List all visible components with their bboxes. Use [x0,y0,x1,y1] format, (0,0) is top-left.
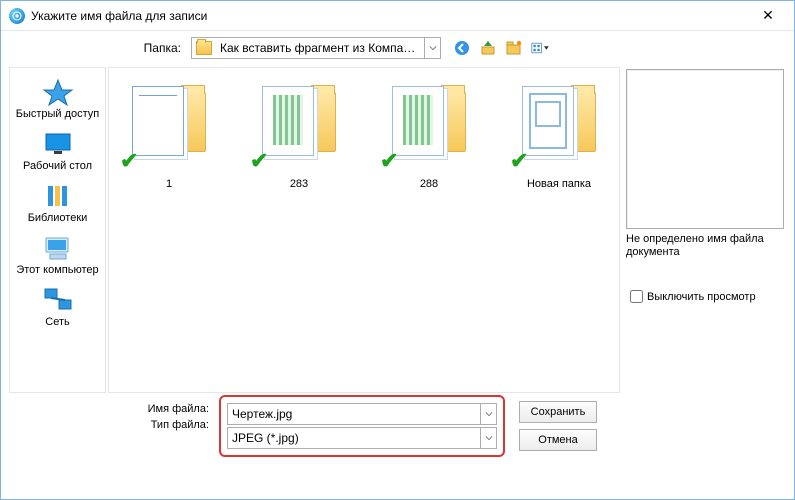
chevron-down-icon[interactable] [480,428,496,448]
file-list[interactable]: ✔ 1 ✔ 283 [108,67,620,393]
close-icon: ✕ [762,7,774,24]
folder-thumbnail: ✔ [126,84,212,170]
folder-icon [196,41,212,55]
checkmark-icon: ✔ [380,148,398,174]
nav-up-icon[interactable] [479,39,497,57]
cancel-button[interactable]: Отмена [519,429,597,451]
nav-toolbar [453,39,549,57]
filename-value: Чертеж.jpg [228,407,480,421]
red-highlight-annotation: Чертеж.jpg JPEG (*.jpg) [219,395,505,457]
file-name: 288 [420,178,438,190]
dialog-title: Укажите имя файла для записи [31,9,207,23]
disable-preview-label: Выключить просмотр [647,291,756,303]
sidebar-item-network[interactable]: Сеть [10,282,105,332]
disable-preview-checkbox-row[interactable]: Выключить просмотр [626,287,784,306]
file-item[interactable]: ✔ 1 [119,84,219,376]
checkmark-icon: ✔ [120,148,138,174]
desktop-icon [42,130,74,158]
close-button[interactable]: ✕ [748,5,788,27]
file-item[interactable]: ✔ 288 [379,84,479,376]
sidebar-item-label: Этот компьютер [16,264,98,276]
action-buttons: Сохранить Отмена [519,401,597,457]
app-icon [9,8,25,24]
view-menu-icon[interactable] [531,39,549,57]
sidebar-item-label: Быстрый доступ [16,108,100,120]
preview-box [626,69,784,229]
sidebar-item-label: Рабочий стол [23,160,92,172]
folder-thumbnail: ✔ [386,84,472,170]
file-name: 283 [290,178,308,190]
filetype-label: Тип файла: [139,419,209,431]
save-file-dialog: Укажите имя файла для записи ✕ Папка: Ка… [0,0,795,500]
file-name: Новая папка [527,178,591,190]
file-item[interactable]: ✔ Новая папка [509,84,609,376]
file-name: 1 [166,178,172,190]
network-icon [42,286,74,314]
disable-preview-checkbox[interactable] [630,290,643,303]
titlebar: Укажите имя файла для записи ✕ [1,1,794,31]
folder-label: Папка: [121,41,181,55]
chevron-down-icon[interactable] [424,38,440,58]
sidebar-item-libraries[interactable]: Библиотеки [10,178,105,228]
nav-back-icon[interactable] [453,39,471,57]
save-button[interactable]: Сохранить [519,401,597,423]
sidebar-item-label: Сеть [45,316,69,328]
preview-message: Не определено имя файла документа [626,233,784,259]
new-folder-icon[interactable] [505,39,523,57]
places-sidebar: Быстрый доступ Рабочий стол Библиотеки Э… [9,67,106,393]
sidebar-item-quick-access[interactable]: Быстрый доступ [10,74,105,124]
checkmark-icon: ✔ [510,148,528,174]
quick-access-icon [42,78,74,106]
filename-label: Имя файла: [139,403,209,415]
bottom-panel: Имя файла: Тип файла: Чертеж.jpg JPEG (*… [1,395,794,457]
filetype-combo[interactable]: JPEG (*.jpg) [227,427,497,449]
folder-thumbnail: ✔ [256,84,342,170]
sidebar-item-desktop[interactable]: Рабочий стол [10,126,105,176]
this-pc-icon [42,234,74,262]
chevron-down-icon[interactable] [480,404,496,424]
dialog-body: Быстрый доступ Рабочий стол Библиотеки Э… [1,65,794,395]
filetype-value: JPEG (*.jpg) [228,431,480,445]
sidebar-item-this-pc[interactable]: Этот компьютер [10,230,105,280]
filename-combo[interactable]: Чертеж.jpg [227,403,497,425]
preview-panel: Не определено имя файла документа Выключ… [622,65,794,395]
folder-combo[interactable]: Как вставить фрагмент из Компаса в Вор [191,37,441,59]
sidebar-item-label: Библиотеки [28,212,88,224]
file-item[interactable]: ✔ 283 [249,84,349,376]
checkmark-icon: ✔ [250,148,268,174]
folder-row: Папка: Как вставить фрагмент из Компаса … [1,31,794,65]
folder-combo-text: Как вставить фрагмент из Компаса в Вор [216,41,424,55]
folder-thumbnail: ✔ [516,84,602,170]
libraries-icon [42,182,74,210]
